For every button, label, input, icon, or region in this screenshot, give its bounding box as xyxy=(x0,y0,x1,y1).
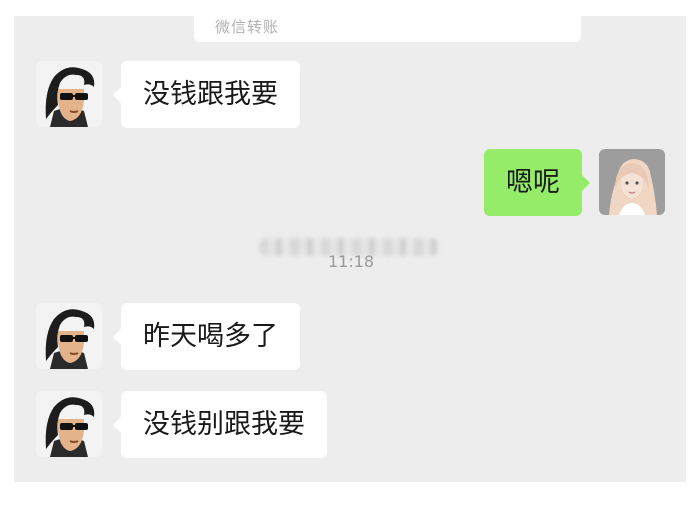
wechat-transfer-card[interactable]: 微信转账 xyxy=(194,16,581,42)
chat-area[interactable]: 微信转账 没钱跟我要 嗯呢 11:18 昨天喝多了 没钱别跟我要 xyxy=(14,16,686,482)
cartoon-man-avatar-icon xyxy=(36,391,102,457)
contact-avatar[interactable] xyxy=(36,303,102,369)
self-avatar[interactable] xyxy=(599,149,665,215)
transfer-label: 微信转账 xyxy=(215,18,280,36)
cartoon-man-avatar-icon xyxy=(36,61,102,127)
message-bubble[interactable]: 没钱别跟我要 xyxy=(113,391,327,458)
message-text: 昨天喝多了 xyxy=(143,321,278,352)
contact-avatar[interactable] xyxy=(36,391,102,457)
message-text: 嗯呢 xyxy=(506,167,560,198)
message-text: 没钱跟我要 xyxy=(143,79,278,110)
timestamp: 11:18 xyxy=(328,252,375,271)
message-bubble[interactable]: 昨天喝多了 xyxy=(113,303,300,370)
message-bubble[interactable]: 没钱跟我要 xyxy=(113,61,300,128)
contact-avatar[interactable] xyxy=(36,61,102,127)
blonde-woman-avatar-icon xyxy=(599,149,665,215)
message-bubble-self[interactable]: 嗯呢 xyxy=(484,149,590,216)
message-text: 没钱别跟我要 xyxy=(143,409,305,440)
cartoon-man-avatar-icon xyxy=(36,303,102,369)
